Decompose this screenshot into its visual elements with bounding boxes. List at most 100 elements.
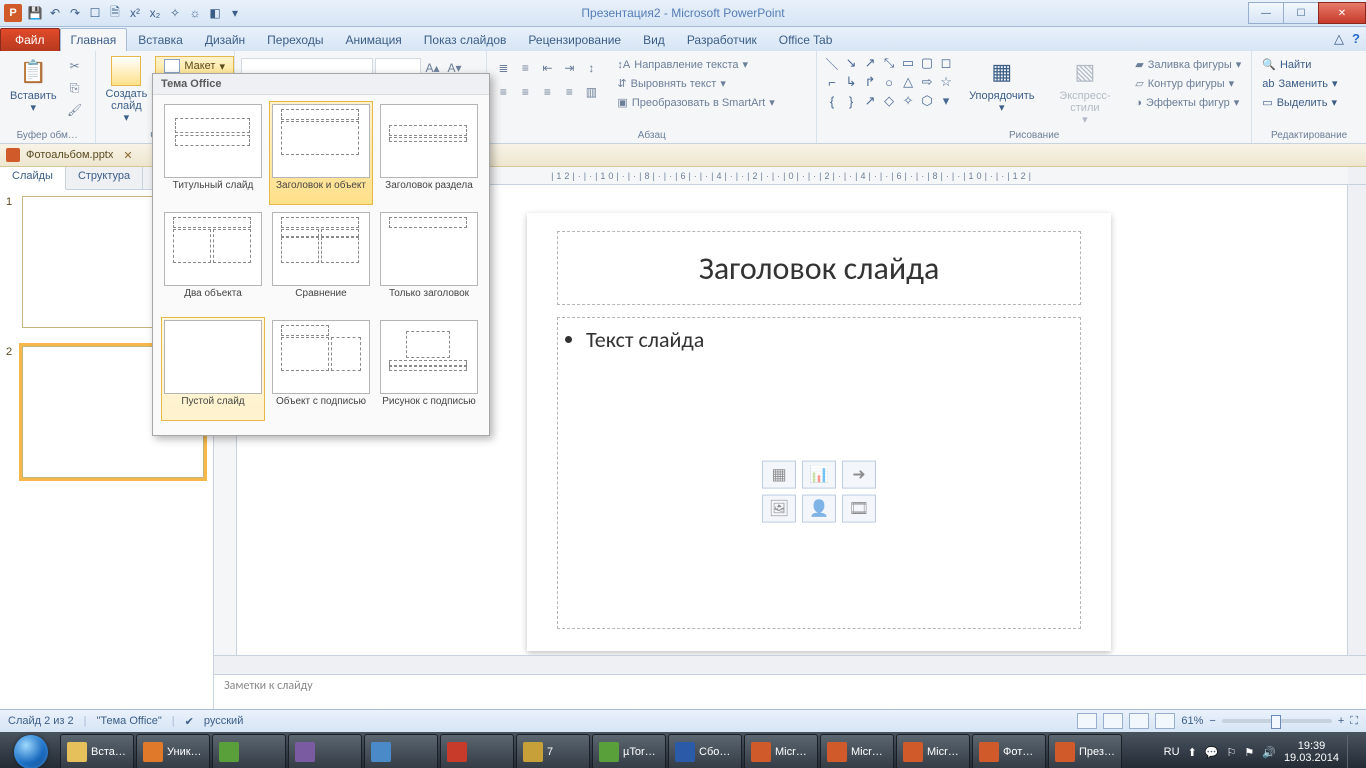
text-direction-button[interactable]: ↕AНаправление текста ▾ — [613, 56, 778, 73]
shape-brace-icon[interactable]: } — [842, 92, 860, 110]
replace-button[interactable]: abЗаменить ▾ — [1258, 75, 1341, 92]
save-icon[interactable]: 💾 — [26, 4, 44, 22]
shape-arrow-icon[interactable]: ⇨ — [918, 73, 936, 91]
taskbar-button[interactable]: Сбо… — [668, 734, 742, 768]
align-text-button[interactable]: ⇵Выровнять текст ▾ — [613, 75, 778, 92]
shape-line-icon[interactable]: ↘ — [842, 54, 860, 72]
shape-line-icon[interactable]: ↗ — [861, 54, 879, 72]
shape-arrow-icon[interactable]: ↗ — [861, 92, 879, 110]
tab-slides[interactable]: Слайды — [0, 167, 66, 190]
copy-icon[interactable]: ⎘ — [65, 78, 85, 98]
insert-smartart-icon[interactable]: ➜ — [842, 461, 876, 489]
layout-option[interactable]: Заголовок и объект — [269, 101, 373, 205]
show-desktop-button[interactable] — [1347, 735, 1356, 768]
tab-outline[interactable]: Структура — [66, 167, 143, 189]
tab-view[interactable]: Вид — [632, 28, 676, 51]
shape-star-icon[interactable]: ☆ — [937, 73, 955, 91]
increase-indent-icon[interactable]: ⇥ — [559, 58, 579, 78]
maximize-button[interactable]: ☐ — [1283, 2, 1319, 24]
taskbar-button[interactable]: Micr… — [820, 734, 894, 768]
cut-icon[interactable]: ✂ — [65, 56, 85, 76]
reading-view-button[interactable] — [1129, 713, 1149, 729]
zoom-slider[interactable] — [1222, 719, 1332, 723]
tab-insert[interactable]: Вставка — [127, 28, 194, 51]
shape-outline-button[interactable]: ▱Контур фигуры ▾ — [1131, 75, 1245, 92]
layout-option[interactable]: Заголовок раздела — [377, 101, 481, 205]
tray-flag-icon[interactable]: ⚐ — [1226, 746, 1236, 759]
qat-more-icon[interactable]: ▾ — [226, 4, 244, 22]
layout-option[interactable]: Рисунок с подписью — [377, 317, 481, 421]
tab-animation[interactable]: Анимация — [334, 28, 412, 51]
format-painter-icon[interactable]: 🖌 — [65, 100, 85, 120]
tab-transitions[interactable]: Переходы — [256, 28, 334, 51]
find-button[interactable]: 🔍Найти — [1258, 56, 1341, 73]
taskbar-button[interactable] — [440, 734, 514, 768]
tray-volume-icon[interactable]: 🔊 — [1262, 746, 1276, 759]
insert-clipart-icon[interactable]: 👤 — [802, 495, 836, 523]
file-tab[interactable]: Файл — [0, 28, 60, 51]
insert-table-icon[interactable]: ▦ — [762, 461, 796, 489]
shape-hex-icon[interactable]: ⬡ — [918, 92, 936, 110]
line-spacing-icon[interactable]: ↕ — [581, 58, 601, 78]
layout-option[interactable]: Только заголовок — [377, 209, 481, 313]
shape-connector-icon[interactable]: ↳ — [842, 73, 860, 91]
tray-language[interactable]: RU — [1164, 746, 1180, 758]
tab-officetab[interactable]: Office Tab — [768, 28, 844, 51]
layout-option[interactable]: Пустой слайд — [161, 317, 265, 421]
justify-icon[interactable]: ≡ — [559, 82, 579, 102]
slide-body-text[interactable]: Текст слайда — [586, 326, 1080, 353]
bullets-icon[interactable]: ≣ — [493, 58, 513, 78]
close-document-icon[interactable]: ✕ — [123, 149, 132, 162]
normal-view-button[interactable] — [1077, 713, 1097, 729]
qat-icon[interactable]: ◧ — [206, 4, 224, 22]
taskbar-button[interactable]: µTor… — [592, 734, 666, 768]
insert-chart-icon[interactable]: 📊 — [802, 461, 836, 489]
slide[interactable]: Заголовок слайда Текст слайда ▦ 📊 ➜ 🖼 👤 … — [527, 213, 1111, 651]
insert-media-icon[interactable]: 🎞 — [842, 495, 876, 523]
shape-rect-icon[interactable]: ◻ — [937, 54, 955, 72]
minimize-button[interactable]: — — [1248, 2, 1284, 24]
subscript-icon[interactable]: x₂ — [146, 4, 164, 22]
shape-connector-icon[interactable]: ↱ — [861, 73, 879, 91]
fit-to-window-button[interactable]: ⛶ — [1350, 715, 1358, 728]
slideshow-view-button[interactable] — [1155, 713, 1175, 729]
taskbar-button[interactable]: Micr… — [896, 734, 970, 768]
zoom-in-button[interactable]: + — [1338, 715, 1344, 727]
insert-picture-icon[interactable]: 🖼 — [762, 495, 796, 523]
columns-icon[interactable]: ▥ — [581, 82, 601, 102]
layout-option[interactable]: Два объекта — [161, 209, 265, 313]
print-preview-icon[interactable]: 🗎 — [106, 4, 124, 22]
shape-connector-icon[interactable]: ⌐ — [823, 73, 841, 91]
layout-option[interactable]: Объект с подписью — [269, 317, 373, 421]
slide-body-placeholder[interactable]: Текст слайда ▦ 📊 ➜ 🖼 👤 🎞 — [557, 317, 1081, 629]
tab-home[interactable]: Главная — [60, 28, 128, 51]
shape-oval-icon[interactable]: ○ — [880, 73, 898, 91]
align-left-icon[interactable]: ≡ — [493, 82, 513, 102]
zoom-out-button[interactable]: − — [1209, 715, 1215, 727]
tray-clock[interactable]: 19:39 19.03.2014 — [1284, 740, 1339, 764]
zoom-level[interactable]: 61% — [1181, 715, 1203, 727]
undo-icon[interactable]: ↶ — [46, 4, 64, 22]
qat-icon[interactable]: ✧ — [166, 4, 184, 22]
convert-smartart-button[interactable]: ▣Преобразовать в SmartArt ▾ — [613, 94, 778, 111]
layout-option[interactable]: Сравнение — [269, 209, 373, 313]
align-right-icon[interactable]: ≡ — [537, 82, 557, 102]
taskbar-button[interactable] — [364, 734, 438, 768]
taskbar-button[interactable]: 7 — [516, 734, 590, 768]
tray-chat-icon[interactable]: 💬 — [1205, 746, 1219, 759]
qat-icon[interactable]: ☼ — [186, 4, 204, 22]
sorter-view-button[interactable] — [1103, 713, 1123, 729]
taskbar-button[interactable]: През… — [1048, 734, 1122, 768]
close-button[interactable]: ✕ — [1318, 2, 1366, 24]
taskbar-button[interactable]: Micr… — [744, 734, 818, 768]
tab-developer[interactable]: Разработчик — [676, 28, 768, 51]
shape-rect-icon[interactable]: ▢ — [918, 54, 936, 72]
help-icon[interactable]: ? — [1352, 31, 1360, 47]
taskbar-button[interactable] — [288, 734, 362, 768]
taskbar-button[interactable] — [212, 734, 286, 768]
shape-triangle-icon[interactable]: △ — [899, 73, 917, 91]
shape-fill-button[interactable]: ▰Заливка фигуры ▾ — [1131, 56, 1245, 73]
start-button[interactable] — [4, 732, 58, 768]
shape-callout-icon[interactable]: ✧ — [899, 92, 917, 110]
spellcheck-icon[interactable]: ✔ — [185, 715, 194, 728]
